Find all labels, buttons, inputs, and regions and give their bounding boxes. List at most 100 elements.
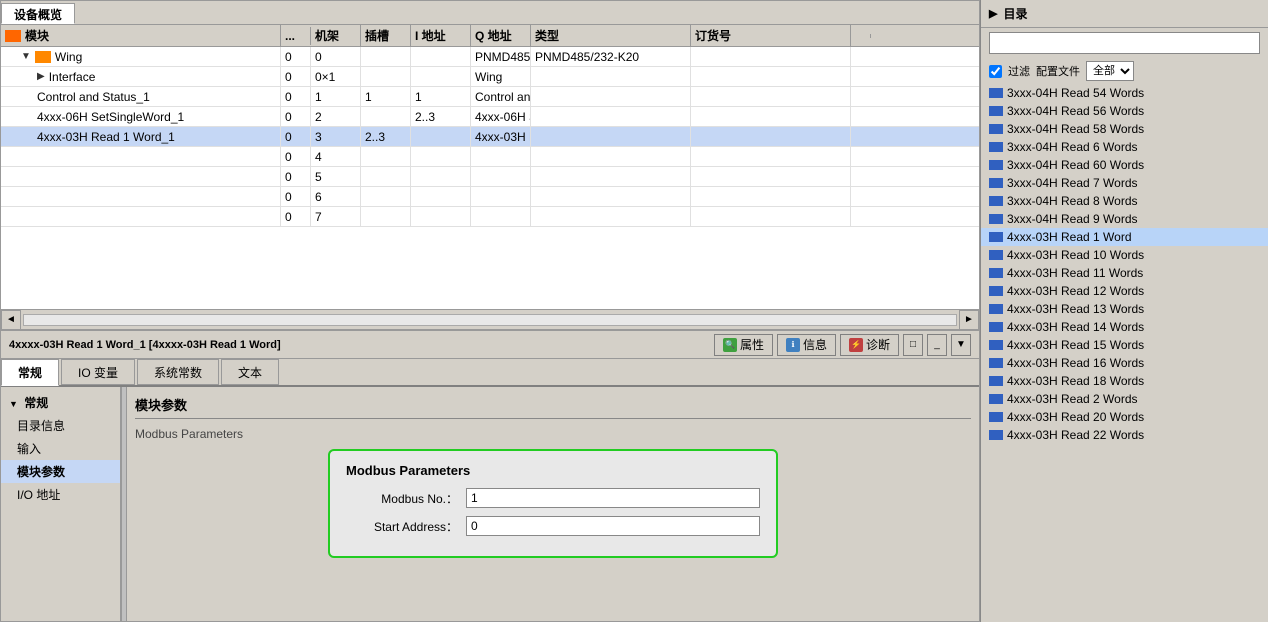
mini-btn-1[interactable]: □	[903, 334, 923, 356]
catalog-item[interactable]: 4xxx-03H Read 2 Words	[981, 390, 1268, 408]
catalog-item[interactable]: 4xxx-03H Read 14 Words	[981, 318, 1268, 336]
grid-cell-rack: 0	[281, 147, 311, 166]
diag-btn[interactable]: ⚡ 诊断	[840, 334, 899, 356]
catalog-item[interactable]: 3xxx-04H Read 7 Words	[981, 174, 1268, 192]
properties-icon: 🔍	[723, 338, 737, 352]
catalog-item[interactable]: 4xxx-03H Read 20 Words	[981, 408, 1268, 426]
prop-content: ▼ 常规 目录信息 输入 模块参数 I/O 地址 模块参数 Modbus Par…	[1, 387, 979, 621]
nav-item-io-addr[interactable]: I/O 地址	[1, 483, 120, 506]
nav-item-catalog[interactable]: 目录信息	[1, 414, 120, 437]
tab-equipment-overview[interactable]: 设备概览	[1, 3, 75, 24]
nav-item-module-params[interactable]: 模块参数	[1, 460, 120, 483]
catalog-item-icon	[989, 214, 1003, 224]
grid-cell-slot: 3	[311, 127, 361, 146]
catalog-item[interactable]: 4xxx-03H Read 16 Words	[981, 354, 1268, 372]
scroll-left-btn[interactable]: ◄	[1, 310, 21, 330]
prop-nav: ▼ 常规 目录信息 输入 模块参数 I/O 地址	[1, 387, 121, 621]
catalog-item[interactable]: 3xxx-04H Read 54 Words	[981, 84, 1268, 102]
nav-item-input[interactable]: 输入	[1, 437, 120, 460]
grid-cell-order	[531, 187, 691, 206]
catalog-item[interactable]: 4xxx-03H Read 10 Words	[981, 246, 1268, 264]
scroll-track[interactable]	[23, 314, 957, 326]
catalog-item[interactable]: 4xxx-03H Read 15 Words	[981, 336, 1268, 354]
table-row[interactable]: 05	[1, 167, 979, 187]
col-rack: 机架	[311, 25, 361, 46]
col-order: 订货号	[691, 25, 851, 46]
catalog-list: 3xxx-04H Read 54 Words 3xxx-04H Read 56 W…	[981, 82, 1268, 622]
mini-btn-3[interactable]: ▼	[951, 334, 971, 356]
catalog-item-label: 4xxx-03H Read 18 Words	[1007, 374, 1144, 388]
grid-cell-slot: 1	[311, 87, 361, 106]
catalog-item[interactable]: 3xxx-04H Read 9 Words	[981, 210, 1268, 228]
tab-text[interactable]: 文本	[221, 359, 279, 385]
grid-cell-type	[471, 187, 531, 206]
grid-cell-type: 4xxx-06H SetSingl...	[471, 107, 531, 126]
catalog-item-icon	[989, 142, 1003, 152]
catalog-item[interactable]: 3xxx-04H Read 58 Words	[981, 120, 1268, 138]
catalog-item[interactable]: 3xxx-04H Read 56 Words	[981, 102, 1268, 120]
table-row[interactable]: ▼Wing00PNMD485/232-K20-...PNMD485/232-K2…	[1, 47, 979, 67]
grid-cell-name: ▶Interface	[1, 67, 281, 86]
grid-cell-rack: 0	[281, 187, 311, 206]
equipment-grid: 模块 ... 机架 插槽 I 地址 Q 地址 类型 订货号 ▼Wing00PNM…	[1, 25, 979, 309]
catalog-item-icon	[989, 322, 1003, 332]
catalog-item-label: 3xxx-04H Read 56 Words	[1007, 104, 1144, 118]
grid-cell-order	[531, 207, 691, 226]
catalog-item[interactable]: 3xxx-04H Read 8 Words	[981, 192, 1268, 210]
grid-cell-type	[471, 207, 531, 226]
col-scroll	[851, 34, 871, 38]
config-select[interactable]: 全部	[1086, 61, 1134, 81]
catalog-item-icon	[989, 340, 1003, 350]
table-row[interactable]: 4xxx-03H Read 1 Word_1032..34xxx-03H Rea…	[1, 127, 979, 147]
grid-cell-slot: 0	[311, 47, 361, 66]
tab-io-var[interactable]: IO 变量	[61, 359, 135, 385]
grid-cell-name: 4xxx-03H Read 1 Word_1	[1, 127, 281, 146]
catalog-item[interactable]: 4xxx-03H Read 18 Words	[981, 372, 1268, 390]
grid-cell-scroll	[691, 87, 851, 106]
catalog-item-label: 3xxx-04H Read 6 Words	[1007, 140, 1138, 154]
table-row[interactable]: 04	[1, 147, 979, 167]
catalog-item-icon	[989, 304, 1003, 314]
tree-expand-arrow[interactable]: ▼	[21, 51, 31, 62]
catalog-item[interactable]: 3xxx-04H Read 60 Words	[981, 156, 1268, 174]
filter-checkbox[interactable]	[989, 65, 1002, 78]
properties-btn[interactable]: 🔍 属性	[714, 334, 773, 356]
grid-cell-scroll	[691, 47, 851, 66]
table-row[interactable]: 07	[1, 207, 979, 227]
tab-sys-const[interactable]: 系统常数	[137, 359, 219, 385]
table-row[interactable]: 06	[1, 187, 979, 207]
label-modbus-no: Modbus No.：	[346, 490, 466, 507]
catalog-item-label: 4xxx-03H Read 2 Words	[1007, 392, 1138, 406]
col-type: 类型	[531, 25, 691, 46]
catalog-item-label: 3xxx-04H Read 60 Words	[1007, 158, 1144, 172]
catalog-item[interactable]: 4xxx-03H Read 13 Words	[981, 300, 1268, 318]
grid-cell-order	[531, 87, 691, 106]
table-row[interactable]: 4xxx-06H SetSingleWord_1022..34xxx-06H S…	[1, 107, 979, 127]
catalog-item[interactable]: 4xxx-03H Read 22 Words	[981, 426, 1268, 444]
grid-header: 模块 ... 机架 插槽 I 地址 Q 地址 类型 订货号	[1, 25, 979, 47]
nav-group-regular[interactable]: ▼ 常规	[1, 391, 120, 414]
diag-icon: ⚡	[849, 338, 863, 352]
input-start-addr[interactable]	[466, 516, 760, 536]
mini-btn-2[interactable]: _	[927, 334, 947, 356]
catalog-item[interactable]: 4xxx-03H Read 11 Words	[981, 264, 1268, 282]
filter-label: 过滤	[1008, 63, 1030, 79]
catalog-item[interactable]: 4xxx-03H Read 1 Word	[981, 228, 1268, 246]
info-btn[interactable]: ℹ 信息	[777, 334, 836, 356]
tree-module-icon	[35, 51, 51, 63]
catalog-search-input[interactable]	[989, 32, 1260, 54]
grid-cell-scroll	[691, 67, 851, 86]
catalog-item-label: 3xxx-04H Read 58 Words	[1007, 122, 1144, 136]
catalog-item[interactable]: 4xxx-03H Read 12 Words	[981, 282, 1268, 300]
input-modbus-no[interactable]	[466, 488, 760, 508]
table-row[interactable]: ▶Interface00×1Wing	[1, 67, 979, 87]
scroll-right-btn[interactable]: ►	[959, 310, 979, 330]
tab-regular[interactable]: 常规	[1, 359, 59, 386]
grid-cell-name	[1, 207, 281, 226]
catalog-item[interactable]: 3xxx-04H Read 6 Words	[981, 138, 1268, 156]
catalog-item-label: 4xxx-03H Read 11 Words	[1007, 266, 1143, 280]
grid-cell-i-addr: 1	[361, 87, 411, 106]
tree-collapse-arrow[interactable]: ▶	[37, 71, 45, 82]
label-start-addr: Start Address：	[346, 518, 466, 535]
table-row[interactable]: Control and Status_10111Control and Stat…	[1, 87, 979, 107]
